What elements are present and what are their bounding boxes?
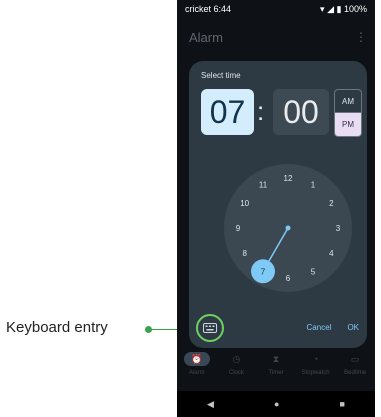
nav-item-alarm[interactable]: ⏰ Alarm xyxy=(178,352,216,376)
nav-item-stopwatch[interactable]: ◔ Stopwatch xyxy=(297,352,335,376)
pm-button[interactable]: PM xyxy=(335,113,361,136)
status-indicators: ▾ ◢ ▮ 100% xyxy=(320,4,367,15)
battery-icon: ▮ xyxy=(336,3,342,14)
keyboard-entry-button[interactable] xyxy=(196,314,224,342)
clock-number-9[interactable]: 9 xyxy=(236,224,241,233)
recents-icon[interactable]: ■ xyxy=(340,399,345,409)
nav-item-bedtime[interactable]: ▭ Bedtime xyxy=(336,352,374,377)
time-separator: : xyxy=(257,96,265,126)
status-bar: cricket 6:44 ▾ ◢ ▮ 100% xyxy=(177,0,375,18)
back-icon[interactable]: ◀ xyxy=(207,399,214,410)
clock-number-6[interactable]: 6 xyxy=(286,274,291,283)
overflow-menu-icon[interactable]: ⋮ xyxy=(355,30,367,44)
clock-number-7[interactable]: 7 xyxy=(261,267,266,276)
phone-screen: cricket 6:44 ▾ ◢ ▮ 100% Alarm ⋮ Select t… xyxy=(177,0,375,417)
system-navigation-bar: ◀ ● ■ xyxy=(177,391,375,417)
nav-label: Clock xyxy=(228,370,244,376)
cancel-button[interactable]: Cancel xyxy=(307,323,332,332)
clock-number-11[interactable]: 11 xyxy=(259,181,268,190)
clock-center-dot xyxy=(285,225,291,231)
clock-number-12[interactable]: 12 xyxy=(284,174,293,183)
clock-number-8[interactable]: 8 xyxy=(242,249,247,258)
clock-dial[interactable]: 121234567891011 xyxy=(223,163,353,293)
hourglass-icon: ⧗ xyxy=(272,353,280,364)
clock-number-3[interactable]: 3 xyxy=(336,224,341,233)
minute-field[interactable]: 00 xyxy=(273,89,329,135)
nav-label: Bedtime xyxy=(344,370,367,376)
bottom-navigation: ⏰ Alarm ◷ Clock ⧗ Timer ◔ Stopwatch ▭ Be… xyxy=(177,352,375,384)
bed-icon: ▭ xyxy=(350,353,360,364)
stopwatch-icon: ◔ xyxy=(312,354,319,364)
nav-item-timer[interactable]: ⧗ Timer xyxy=(257,352,295,377)
nav-label: Alarm xyxy=(188,370,205,376)
alarm-icon: ⏰ xyxy=(183,352,210,366)
battery-percent: 100% xyxy=(343,3,367,14)
time-picker-dialog: Select time 07 : 00 AM PM 12 1 2 3 4 5 6 7 8 9 10 1… xyxy=(189,61,367,348)
clock-number-10[interactable]: 10 xyxy=(240,199,249,208)
callout-dot xyxy=(145,326,152,333)
keyboard-icon xyxy=(203,323,217,333)
clock-icon: ◷ xyxy=(232,353,241,364)
am-button[interactable]: AM xyxy=(335,90,361,113)
dialog-title: Select time xyxy=(201,71,241,80)
clock-number-5[interactable]: 5 xyxy=(311,267,316,276)
am-pm-toggle: AM PM xyxy=(334,89,362,137)
status-carrier-time: cricket 6:44 xyxy=(185,4,232,14)
signal-icon: ◢ xyxy=(327,3,334,14)
callout-label: Keyboard entry xyxy=(6,319,108,336)
ok-button[interactable]: OK xyxy=(347,323,359,332)
nav-label: Timer xyxy=(268,370,284,376)
nav-label: Stopwatch xyxy=(301,370,330,376)
nav-item-clock[interactable]: ◷ Clock xyxy=(217,352,255,377)
clock-number-4[interactable]: 4 xyxy=(329,249,334,258)
clock-number-2[interactable]: 2 xyxy=(329,199,334,208)
clock-number-1[interactable]: 1 xyxy=(311,181,316,190)
hour-field[interactable]: 07 xyxy=(201,89,254,135)
app-title: Alarm xyxy=(189,30,223,45)
wifi-icon: ▾ xyxy=(320,3,325,14)
dialog-actions: Cancel OK xyxy=(307,323,359,332)
home-icon[interactable]: ● xyxy=(274,399,279,409)
